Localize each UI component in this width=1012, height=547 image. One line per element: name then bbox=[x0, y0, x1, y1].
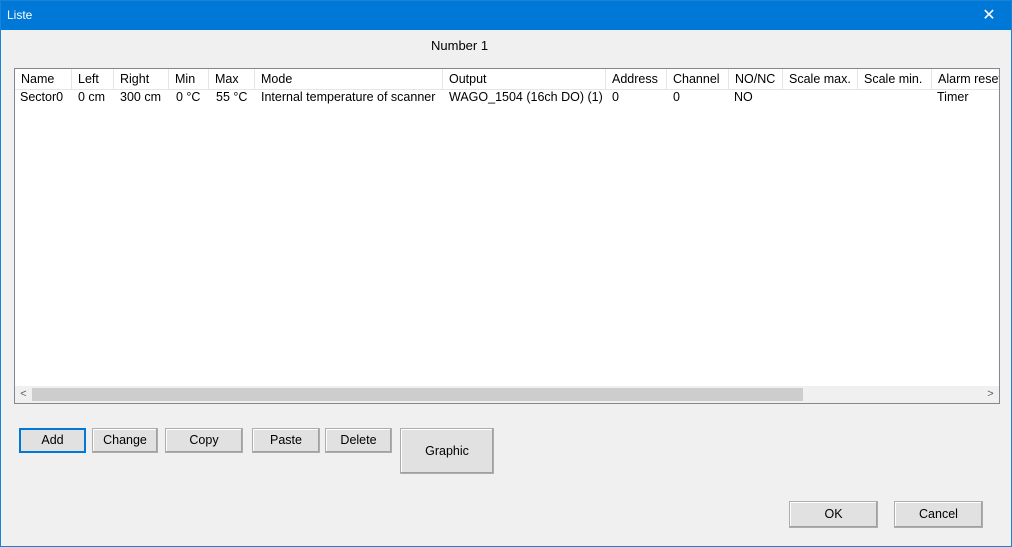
column-header-channel[interactable]: Channel bbox=[667, 69, 729, 89]
column-header-left[interactable]: Left bbox=[72, 69, 114, 89]
chevron-left-icon[interactable]: < bbox=[15, 386, 32, 403]
number-label: Number 1 bbox=[431, 38, 489, 53]
column-header-name[interactable]: Name bbox=[15, 69, 72, 89]
column-header-output[interactable]: Output bbox=[443, 69, 606, 89]
column-header-scale-min[interactable]: Scale min. bbox=[858, 69, 932, 89]
add-button[interactable]: Add bbox=[19, 428, 86, 453]
window-title: Liste bbox=[7, 8, 33, 22]
column-header-alarm-reset[interactable]: Alarm reset bbox=[932, 69, 999, 89]
table-row[interactable]: Sector0 0 cm 300 cm 0 °C 55 °C Internal … bbox=[15, 89, 999, 107]
scrollbar-thumb[interactable] bbox=[32, 388, 803, 401]
copy-button[interactable]: Copy bbox=[165, 428, 243, 453]
column-header-nonc[interactable]: NO/NC bbox=[729, 69, 783, 89]
column-header-min[interactable]: Min bbox=[169, 69, 209, 89]
list-header: Name Left Right Min Max Mode Output Addr… bbox=[15, 69, 999, 90]
delete-button[interactable]: Delete bbox=[325, 428, 392, 453]
dialog-window: Liste ✕ Number 1 Name Left Right Min Max… bbox=[0, 0, 1012, 547]
cell-mode: Internal temperature of scanner bbox=[261, 90, 436, 104]
cell-output: WAGO_1504 (16ch DO) (1) bbox=[449, 90, 603, 104]
cell-max: 55 °C bbox=[216, 90, 248, 104]
column-header-scale-max[interactable]: Scale max. bbox=[783, 69, 858, 89]
column-header-right[interactable]: Right bbox=[114, 69, 169, 89]
cell-right: 300 cm bbox=[120, 90, 161, 104]
cancel-button[interactable]: Cancel bbox=[894, 501, 983, 528]
horizontal-scrollbar[interactable]: < > bbox=[15, 386, 999, 403]
cell-channel: 0 bbox=[673, 90, 680, 104]
column-header-mode[interactable]: Mode bbox=[255, 69, 443, 89]
cell-alarm-reset: Timer bbox=[937, 90, 969, 104]
cell-scale-min bbox=[859, 89, 932, 107]
change-button[interactable]: Change bbox=[92, 428, 158, 453]
cell-nonc: NO bbox=[734, 90, 753, 104]
cell-name: Sector0 bbox=[20, 90, 64, 104]
cell-left: 0 cm bbox=[78, 90, 106, 104]
graphic-button[interactable]: Graphic bbox=[400, 428, 494, 474]
column-header-address[interactable]: Address bbox=[606, 69, 667, 89]
sector-list[interactable]: Name Left Right Min Max Mode Output Addr… bbox=[14, 68, 1000, 404]
cell-scale-max bbox=[784, 89, 858, 107]
title-bar[interactable]: Liste ✕ bbox=[1, 1, 1011, 30]
paste-button[interactable]: Paste bbox=[252, 428, 320, 453]
column-header-max[interactable]: Max bbox=[209, 69, 255, 89]
cell-address: 0 bbox=[612, 90, 619, 104]
cell-min: 0 °C bbox=[176, 90, 201, 104]
ok-button[interactable]: OK bbox=[789, 501, 878, 528]
chevron-right-icon[interactable]: > bbox=[982, 386, 999, 403]
close-icon[interactable]: ✕ bbox=[967, 1, 1011, 30]
